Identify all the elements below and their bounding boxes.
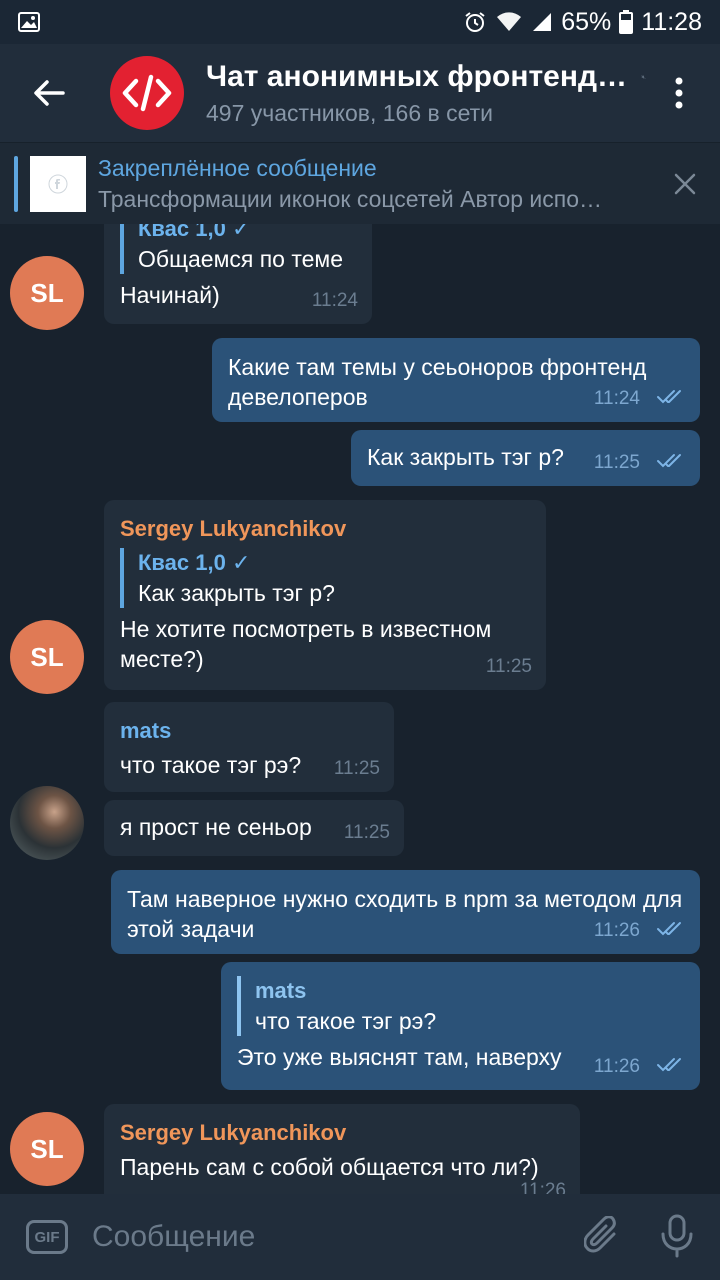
message-time: 11:26: [593, 1056, 640, 1077]
message-time: 11:25: [485, 656, 532, 677]
double-check-icon: [656, 382, 688, 412]
message-time: 11:26: [593, 920, 640, 941]
chat-subtitle: 497 участников, 166 в сети: [206, 99, 494, 126]
more-vertical-icon: [675, 77, 683, 109]
message-bubble[interactable]: я прост не сеньор 11:25: [104, 800, 404, 856]
code-tag-icon: [122, 74, 172, 112]
pinned-preview: Трансформации иконок соцсетей Автор испо…: [98, 185, 603, 212]
close-icon: [674, 173, 696, 195]
clock: 11:28: [641, 7, 702, 36]
pinned-title: Закреплённое сообщение: [98, 154, 377, 181]
muted-icon: [641, 74, 646, 79]
reply-quote[interactable]: Квас 1,0 ✓ Как закрыть тэг p?: [120, 548, 530, 608]
reply-text: что такое тэг рэ?: [255, 1008, 437, 1034]
message-time: 11:25: [593, 452, 640, 473]
message-bubble[interactable]: Квас 1,0 ✓ Общаемся по теме Начинай) 11:…: [104, 224, 372, 324]
chat-title-block[interactable]: Чат анонимных фронтенд… 497 участников, …: [206, 60, 646, 127]
voice-record-button[interactable]: [660, 1214, 694, 1263]
avatar[interactable]: SL: [10, 620, 84, 694]
reply-text: Как закрыть тэг p?: [138, 580, 335, 606]
message-bubble[interactable]: mats что такое тэг рэ? 11:25: [104, 702, 394, 792]
wifi-icon: [495, 11, 523, 33]
reply-quote[interactable]: Квас 1,0 ✓ Общаемся по теме: [120, 224, 356, 274]
alarm-icon: [463, 10, 487, 34]
close-pinned-button[interactable]: [668, 167, 702, 201]
double-check-icon: [656, 446, 688, 476]
pinned-message-bar[interactable]: Закреплённое сообщение Трансформации ико…: [0, 142, 720, 224]
battery-icon: [619, 10, 634, 34]
avatar[interactable]: SL: [10, 1112, 84, 1186]
double-check-icon: [656, 1050, 688, 1080]
reply-author: mats: [255, 978, 307, 1003]
message-time: 11:24: [311, 290, 358, 311]
battery-percent: 65%: [561, 7, 612, 36]
arrow-left-icon: [34, 80, 65, 106]
message-bubble[interactable]: Как закрыть тэг p? 11:25: [351, 430, 700, 486]
message-input-bar: GIF Сообщение: [0, 1194, 720, 1280]
message-bubble[interactable]: Какие там темы у сеьоноров фронтенд деве…: [212, 338, 700, 422]
message-bubble[interactable]: Sergey Lukyanchikov Парень сам с собой о…: [104, 1104, 580, 1194]
pinned-thumbnail: [30, 155, 86, 212]
message-time: 11:26: [519, 1180, 566, 1194]
chat-header: Чат анонимных фронтенд… 497 участников, …: [0, 44, 720, 142]
double-check-icon: [656, 914, 688, 944]
message-time: 11:25: [343, 822, 390, 843]
avatar[interactable]: [10, 786, 84, 860]
reply-quote[interactable]: mats что такое тэг рэ?: [237, 976, 684, 1036]
more-menu-button[interactable]: [656, 68, 702, 118]
message-bubble[interactable]: Sergey Lukyanchikov Квас 1,0 ✓ Как закры…: [104, 500, 546, 690]
paperclip-icon: [583, 1215, 616, 1253]
chat-title: Чат анонимных фронтенд…: [206, 59, 627, 93]
sender-name[interactable]: Sergey Lukyanchikov: [120, 1118, 564, 1148]
facebook-icon: [48, 174, 68, 193]
status-bar: 65% 11:28: [0, 0, 720, 44]
sender-name[interactable]: Sergey Lukyanchikov: [120, 514, 530, 544]
message-time: 11:25: [333, 758, 380, 779]
gif-button[interactable]: GIF: [26, 1220, 68, 1254]
reply-author: Квас 1,0 ✓: [138, 550, 251, 575]
microphone-icon: [661, 1214, 693, 1258]
attach-button[interactable]: [583, 1215, 620, 1261]
message-list[interactable]: SL Квас 1,0 ✓ Общаемся по теме Начинай) …: [0, 224, 720, 1194]
reply-author: Квас 1,0 ✓: [138, 224, 251, 241]
message-text: Не хотите посмотреть в известном месте?): [120, 616, 492, 672]
sender-name[interactable]: mats: [120, 716, 378, 746]
back-button[interactable]: [0, 44, 98, 142]
message-text: Парень сам с собой общается что ли?): [120, 1154, 539, 1180]
message-time: 11:24: [593, 388, 640, 409]
chat-avatar[interactable]: [110, 56, 184, 130]
avatar[interactable]: SL: [10, 256, 84, 330]
gallery-notification-icon: [18, 12, 40, 32]
message-input[interactable]: Сообщение: [92, 1220, 532, 1254]
pinned-accent-bar: [14, 155, 18, 212]
message-bubble[interactable]: Там наверное нужно сходить в npm за мето…: [111, 870, 700, 954]
message-bubble[interactable]: mats что такое тэг рэ? Это уже выяснят т…: [221, 962, 700, 1090]
signal-icon: [531, 11, 553, 33]
reply-text: Общаемся по теме: [138, 246, 344, 272]
